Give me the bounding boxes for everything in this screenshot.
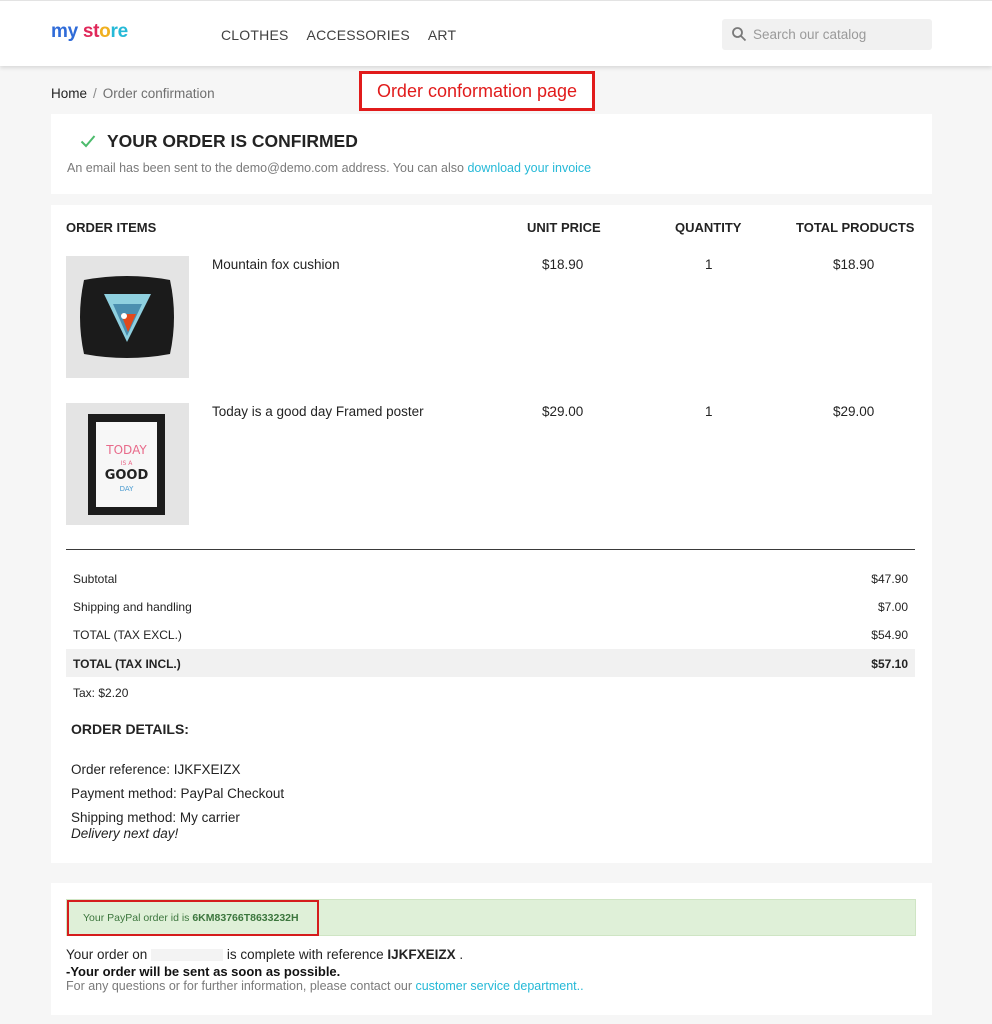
logo-part: o	[99, 21, 111, 42]
cushion-image	[66, 256, 189, 378]
order-complete-text: Your order on is complete with reference…	[66, 947, 463, 962]
shipping-value: $7.00	[877, 600, 908, 614]
product-image-fox-cushion[interactable]	[66, 256, 189, 378]
paypal-prefix: Your PayPal order id is	[83, 912, 193, 924]
payment-return-panel: Your PayPal order id is 6KM83766T8633232…	[51, 883, 932, 1015]
unit-price: $29.00	[542, 404, 584, 419]
breadcrumb: Home / Order confirmation	[51, 86, 215, 101]
subtotal-value: $47.90	[871, 572, 908, 586]
paypal-order-id: Your PayPal order id is 6KM83766T8633232…	[83, 912, 299, 924]
header-total-products: TOTAL PRODUCTS	[796, 220, 915, 235]
shipping-method: Shipping method: My carrier	[71, 810, 240, 825]
poster-text: DAY	[120, 485, 135, 493]
subtotal-label: Subtotal	[73, 572, 118, 586]
poster-text: TODAY	[105, 443, 147, 457]
product-image-framed-poster[interactable]: TODAY IS A GOOD DAY	[66, 403, 189, 525]
header-quantity: QUANTITY	[675, 220, 742, 235]
poster-text: GOOD	[105, 468, 149, 483]
logo-part: my	[51, 21, 78, 42]
confirmation-title: YOUR ORDER IS CONFIRMED	[107, 131, 358, 151]
summary-total-incl: TOTAL (TAX INCL.) $57.10	[66, 649, 915, 677]
payment-method: Payment method: PayPal Checkout	[71, 786, 285, 801]
store-logo[interactable]: my store	[51, 21, 128, 43]
summary-shipping: Shipping and handling $7.00	[66, 592, 915, 620]
customer-service-link[interactable]: customer service department..	[415, 979, 583, 993]
quantity: 1	[705, 257, 713, 272]
nav-accessories[interactable]: ACCESSORIES	[307, 27, 410, 43]
order-complete-b: is complete with reference	[223, 947, 388, 962]
quantity: 1	[705, 404, 713, 419]
poster-image: TODAY IS A GOOD DAY	[66, 403, 189, 525]
redacted-date	[151, 949, 224, 962]
order-reference-bold: IJKFXEIZX	[387, 947, 456, 962]
order-complete-c: .	[455, 947, 464, 962]
product-name[interactable]: Mountain fox cushion	[212, 257, 340, 272]
download-invoice-link[interactable]: download your invoice	[467, 161, 591, 175]
search-input[interactable]: Search our catalog	[722, 19, 932, 50]
logo-part: st	[77, 21, 100, 42]
site-header: my store CLOTHES ACCESSORIES ART Search …	[0, 0, 992, 66]
summary-subtotal: Subtotal $47.90	[66, 564, 915, 592]
order-complete-a: Your order on	[66, 947, 152, 962]
total-excl-label: TOTAL (TAX EXCL.)	[73, 628, 182, 642]
order-reference: Order reference: IJKFXEIZX	[71, 762, 241, 777]
nav-clothes[interactable]: CLOTHES	[221, 27, 289, 43]
shipping-label: Shipping and handling	[73, 600, 192, 614]
logo-part: re	[110, 21, 128, 42]
contact-message: For any questions or for further informa…	[66, 979, 416, 993]
contact-text: For any questions or for further informa…	[66, 979, 584, 993]
tax-value: Tax: $2.20	[73, 686, 129, 700]
header-order-items: ORDER ITEMS	[66, 220, 157, 235]
header-unit-price: UNIT PRICE	[527, 220, 601, 235]
main-nav: CLOTHES ACCESSORIES ART	[221, 27, 456, 43]
search-icon	[732, 27, 747, 42]
unit-price: $18.90	[542, 257, 584, 272]
divider	[66, 549, 915, 550]
annotation-label: Order conformation page	[359, 71, 595, 111]
breadcrumb-current: Order confirmation	[102, 86, 215, 101]
total-incl-label: TOTAL (TAX INCL.)	[73, 657, 181, 671]
confirmation-message: An email has been sent to the demo@demo.…	[67, 161, 468, 175]
breadcrumb-home[interactable]: Home	[51, 86, 87, 101]
summary-tax: Tax: $2.20	[66, 678, 915, 706]
total-incl-value: $57.10	[871, 657, 908, 671]
summary-total-excl: TOTAL (TAX EXCL.) $54.90	[66, 620, 915, 648]
check-icon	[80, 135, 96, 148]
search-placeholder: Search our catalog	[753, 27, 867, 42]
breadcrumb-separator: /	[93, 86, 97, 101]
order-items-panel: ORDER ITEMS UNIT PRICE QUANTITY TOTAL PR…	[51, 205, 932, 863]
product-name[interactable]: Today is a good day Framed poster	[212, 404, 424, 419]
delivery-note: Delivery next day!	[71, 826, 179, 841]
order-details-title: ORDER DETAILS:	[71, 721, 189, 737]
total-price: $29.00	[833, 404, 875, 419]
shipping-notice: -Your order will be sent as soon as poss…	[66, 964, 341, 979]
total-excl-value: $54.90	[871, 628, 908, 642]
paypal-id-value: 6KM83766T8633232H	[192, 912, 299, 924]
confirmation-text: An email has been sent to the demo@demo.…	[67, 161, 591, 175]
total-price: $18.90	[833, 257, 875, 272]
confirmation-panel: YOUR ORDER IS CONFIRMED An email has bee…	[51, 114, 932, 194]
poster-text: IS A	[121, 460, 133, 467]
nav-art[interactable]: ART	[428, 27, 456, 43]
